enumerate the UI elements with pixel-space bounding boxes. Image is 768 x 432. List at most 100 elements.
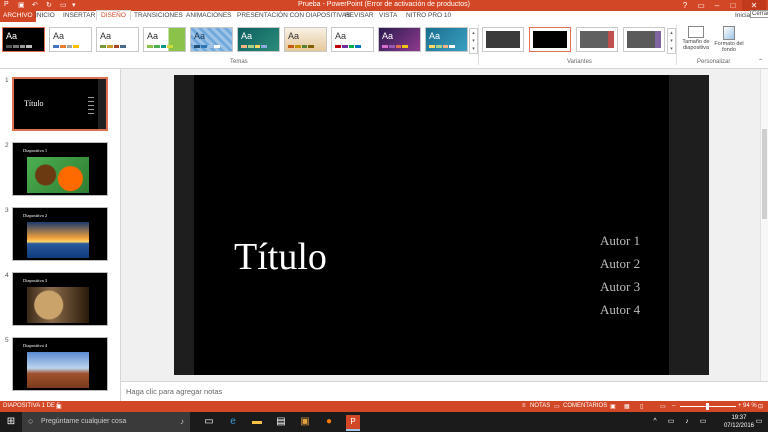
spelling-icon[interactable]: ▣ [56, 403, 62, 410]
tab-animaciones[interactable]: ANIMACIONES [186, 12, 232, 19]
zoom-out-icon[interactable]: – [672, 403, 675, 409]
slide-size-label: Tamaño de diapositiva [682, 39, 710, 51]
app-icon[interactable]: ▣ [298, 415, 312, 429]
tab-insertar[interactable]: INSERTAR [63, 12, 95, 19]
theme-sample-text: Aa [100, 31, 112, 41]
vertical-scrollbar[interactable] [760, 69, 768, 381]
current-slide[interactable]: Título Autor 1 Autor 2 Autor 3 Autor 4 [174, 75, 709, 375]
theme-sample-text: Aa [382, 31, 394, 41]
slide-author[interactable]: Autor 1 [600, 233, 640, 249]
zoom-in-icon[interactable]: + [738, 403, 742, 409]
tab-diseno[interactable]: DISEÑO [96, 10, 131, 21]
comments-icon[interactable]: ▭ [554, 403, 560, 410]
volume-icon[interactable]: ♪ [680, 415, 694, 429]
firefox-icon[interactable]: ● [322, 415, 336, 429]
file-explorer-icon[interactable]: ▬ [250, 415, 264, 429]
tab-vista[interactable]: VISTA [379, 12, 397, 19]
tab-inicio[interactable]: INICIO [35, 12, 55, 19]
theme-3[interactable]: Aa [96, 27, 139, 52]
theme-sample-text: Aa [194, 31, 206, 41]
notes-placeholder[interactable]: Haga clic para agregar notas [126, 387, 222, 396]
theme-6[interactable]: Aa [237, 27, 280, 52]
slide-author[interactable]: Autor 4 [600, 302, 640, 318]
themes-scroll[interactable]: ▴ ▾ ▾ [469, 28, 478, 54]
network-icon[interactable]: ▭ [664, 415, 678, 429]
thumbnail-title: Título [24, 99, 44, 108]
theme-9[interactable]: Aa [378, 27, 421, 52]
taskbar-search[interactable]: ○ Pregúntame cualquier cosa ♪ [22, 412, 190, 432]
scrollbar-thumb[interactable] [762, 129, 767, 219]
help-button[interactable]: ? [678, 0, 692, 11]
windows-start-icon[interactable]: ⊞ [4, 415, 18, 429]
variant-2[interactable] [529, 27, 571, 52]
tab-nitro[interactable]: NITRO PRO 10 [406, 12, 451, 19]
theme-4[interactable]: Aa [143, 27, 186, 52]
zoom-slider[interactable] [680, 403, 736, 410]
cheetah-image [27, 287, 89, 323]
slide-size-icon [688, 26, 704, 38]
taskbar: ⊞ ○ Pregúntame cualquier cosa ♪ ▭ e ▬ ▤ … [0, 412, 768, 432]
slide-size-button[interactable]: Tamaño de diapositiva [679, 25, 713, 59]
clock[interactable]: 19:37 07/12/2016 [724, 414, 754, 430]
slideshow-icon[interactable]: ▭ [660, 403, 666, 410]
slide-sorter-icon[interactable]: ▦ [624, 403, 630, 410]
thumbnail-number: 5 [5, 337, 9, 344]
window-title: Prueba - PowerPoint (Error de activación… [298, 1, 470, 8]
reading-view-icon[interactable]: ▯ [640, 403, 643, 410]
theme-sample-text: Aa [288, 31, 300, 41]
slide-title[interactable]: Título [234, 235, 327, 279]
edge-icon[interactable]: e [226, 415, 240, 429]
minimize-button[interactable]: – [710, 0, 724, 11]
notifications-icon[interactable]: ▭ [752, 415, 766, 429]
zoom-level[interactable]: 94 % [743, 403, 757, 409]
microphone-icon[interactable]: ♪ [180, 417, 184, 426]
thumbnail-slide-3[interactable]: Diapositiva 2 [12, 207, 108, 261]
theme-5[interactable]: Aa [190, 27, 233, 52]
slide-author[interactable]: Autor 3 [600, 279, 640, 295]
notes-pane[interactable]: Haga clic para agregar notas [121, 381, 768, 402]
theme-7[interactable]: Aa [284, 27, 327, 52]
fit-slide-icon[interactable]: ⊡ [758, 403, 763, 410]
store-icon[interactable]: ▤ [274, 415, 288, 429]
clock-date: 07/12/2016 [723, 423, 754, 429]
tab-revisar[interactable]: REVISAR [345, 12, 374, 19]
powerpoint-taskbar-icon[interactable]: P [346, 415, 360, 431]
ribbon-display-button[interactable]: ▭ [694, 0, 708, 11]
comments-button[interactable]: COMENTARIOS [563, 403, 607, 409]
tab-transiciones[interactable]: TRANSICIONES [134, 12, 183, 19]
normal-view-icon[interactable]: ▣ [610, 403, 616, 410]
search-placeholder[interactable]: Pregúntame cualquier cosa [41, 418, 126, 425]
task-view-icon[interactable]: ▭ [202, 415, 216, 429]
slide-author[interactable]: Autor 2 [600, 256, 640, 272]
thumbnail-title: Diapositiva 1 [23, 148, 48, 153]
thumbnail-pane[interactable]: 1 Título 2 Diapositiva 1 3 Diapositiva 2… [0, 69, 121, 401]
keyboard-icon[interactable]: ▭ [696, 415, 710, 429]
theme-2[interactable]: Aa [49, 27, 92, 52]
variants-scroll[interactable]: ▴ ▾ ▾ [667, 28, 676, 54]
tab-archivo[interactable]: ARCHIVO [0, 11, 36, 22]
slide-right-band [669, 75, 709, 375]
tooltip: Cerrar [750, 10, 768, 18]
theme-sample-text: Aa [335, 31, 347, 41]
format-background-button[interactable]: Formato del fondo [714, 25, 744, 59]
notes-icon[interactable]: ≡ [522, 403, 526, 409]
thumbnail-number: 2 [5, 142, 9, 149]
variant-4[interactable] [623, 27, 665, 52]
theme-10[interactable]: Aa [425, 27, 468, 52]
butterfly-image [27, 157, 89, 193]
group-label-variants: Variantes [567, 59, 592, 65]
thumbnail-slide-2[interactable]: Diapositiva 1 [12, 142, 108, 196]
collapse-ribbon-icon[interactable]: ⌃ [758, 58, 763, 65]
system-tray-up-icon[interactable]: ^ [648, 415, 662, 429]
theme-1[interactable]: Aa [2, 27, 45, 52]
theme-8[interactable]: Aa [331, 27, 374, 52]
notes-button[interactable]: NOTAS [530, 403, 550, 409]
tab-presentacion[interactable]: PRESENTACIÓN CON DIAPOSITIVAS [237, 12, 351, 19]
thumbnail-slide-4[interactable]: Diapositiva 3 [12, 272, 108, 326]
variant-3[interactable] [576, 27, 618, 52]
maximize-button[interactable]: □ [726, 0, 740, 11]
variant-1[interactable] [482, 27, 524, 52]
thumbnail-slide-1[interactable]: Título [12, 77, 108, 131]
thumbnail-slide-5[interactable]: Diapositiva 4 [12, 337, 108, 391]
zoom-slider-thumb[interactable] [706, 403, 709, 410]
